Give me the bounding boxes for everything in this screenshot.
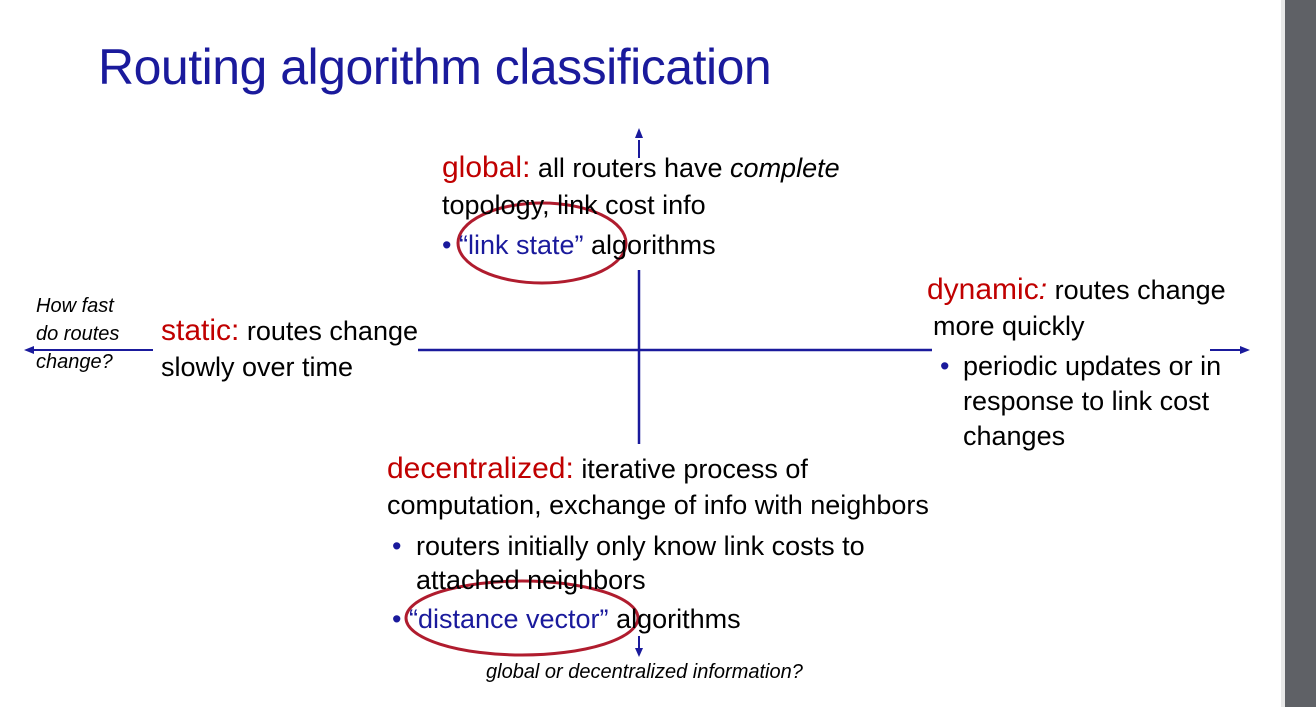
decentralized-keyword: decentralized: [387,452,574,485]
static-line-1-text: routes change [246,316,418,346]
dynamic-bullet-line-2: response to link cost [963,386,1210,416]
link-state-text: “link state” [458,230,584,260]
distance-vector-text: “distance vector” [408,604,609,634]
static-line-2: slowly over time [161,352,354,382]
decentralized-bullet-1-line-2: attached neighbors [416,565,646,595]
horizontal-axis-label-line-3: change? [36,351,113,373]
global-bullet: • “link state” algorithms [442,227,716,263]
arrow-up-icon [635,128,643,138]
horizontal-axis-label-line-1: How fast [36,295,114,317]
decentralized-bullet-1-dot: • [392,531,402,561]
slide: Routing algorithm classification global:… [0,0,1281,707]
global-line-2: topology, link cost info [442,190,706,220]
horizontal-axis-label-line-2: do routes [36,323,120,345]
dynamic-line-1: dynamic: routes change [927,272,1226,308]
viewer-edge [1281,0,1285,707]
global-line-1: global: all routers have complete [442,150,840,186]
dynamic-colon: : [1038,273,1048,306]
global-line-1-text: all routers have [537,153,723,183]
arrow-right-icon [1240,346,1250,354]
dynamic-line-1-text: routes change [1054,275,1226,305]
decentralized-bullet-2: • “distance vector” algorithms [392,601,741,637]
global-keyword: global: [442,151,531,184]
dynamic-bullet-dot: • [940,351,950,381]
arrow-left-icon [24,346,34,354]
dynamic-bullet-line-1: periodic updates or in [963,351,1222,381]
dynamic-line-2: more quickly [933,311,1085,341]
viewer-scrollbar-area[interactable] [1281,0,1316,707]
arrow-down-icon [635,648,643,657]
decentralized-line-2: computation, exchange of info with neigh… [387,490,929,520]
decentralized-line-1: decentralized: iterative process of [387,451,808,487]
vertical-axis-label: global or decentralized information? [486,661,803,683]
dynamic-bullet-line-3: changes [963,421,1066,451]
global-bullet-rest: algorithms [591,230,716,260]
decentralized-line-1-text: iterative process of [581,454,808,484]
static-line-1: static: routes change [161,313,418,349]
decentralized-bullet-1-line-1: routers initially only know link costs t… [416,531,865,561]
dynamic-keyword: dynamic [927,273,1039,306]
static-keyword: static: [161,314,240,347]
global-line-1-emphasis: complete [730,153,840,183]
global-bullet-dot: • [442,230,452,260]
decentralized-bullet-2-rest: algorithms [616,604,741,634]
decentralized-bullet-2-dot: • [392,604,402,634]
